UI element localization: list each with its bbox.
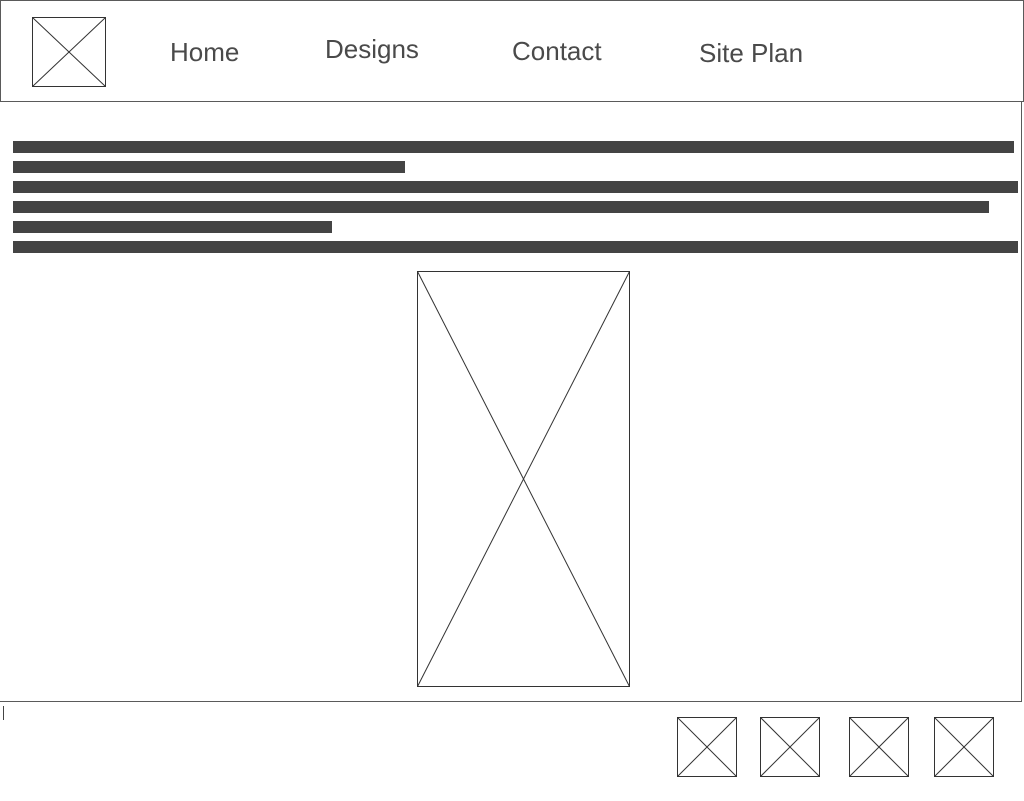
text-cursor	[3, 706, 4, 720]
logo-placeholder-icon[interactable]	[32, 17, 106, 87]
footer-icon-2-placeholder-icon[interactable]	[760, 717, 820, 777]
text-line	[13, 241, 1018, 253]
text-line	[13, 141, 1014, 153]
footer-icon-4-placeholder-icon[interactable]	[934, 717, 994, 777]
text-line	[13, 221, 332, 233]
nav-home-link[interactable]: Home	[170, 39, 239, 65]
text-line	[13, 201, 989, 213]
text-line	[13, 181, 1018, 193]
footer-icon-1-placeholder-icon[interactable]	[677, 717, 737, 777]
nav-contact-link[interactable]: Contact	[512, 38, 602, 64]
nav-designs-link[interactable]: Designs	[325, 36, 419, 62]
content-right-border	[1021, 101, 1022, 701]
text-line	[13, 161, 405, 173]
site-header: Home Designs Contact Site Plan	[0, 0, 1024, 102]
footer-icon-3-placeholder-icon[interactable]	[849, 717, 909, 777]
nav-site-plan-link[interactable]: Site Plan	[699, 40, 803, 66]
hero-image-placeholder-icon	[417, 271, 630, 687]
wireframe-page: Home Designs Contact Site Plan	[0, 0, 1024, 801]
footer-divider	[0, 701, 1022, 702]
